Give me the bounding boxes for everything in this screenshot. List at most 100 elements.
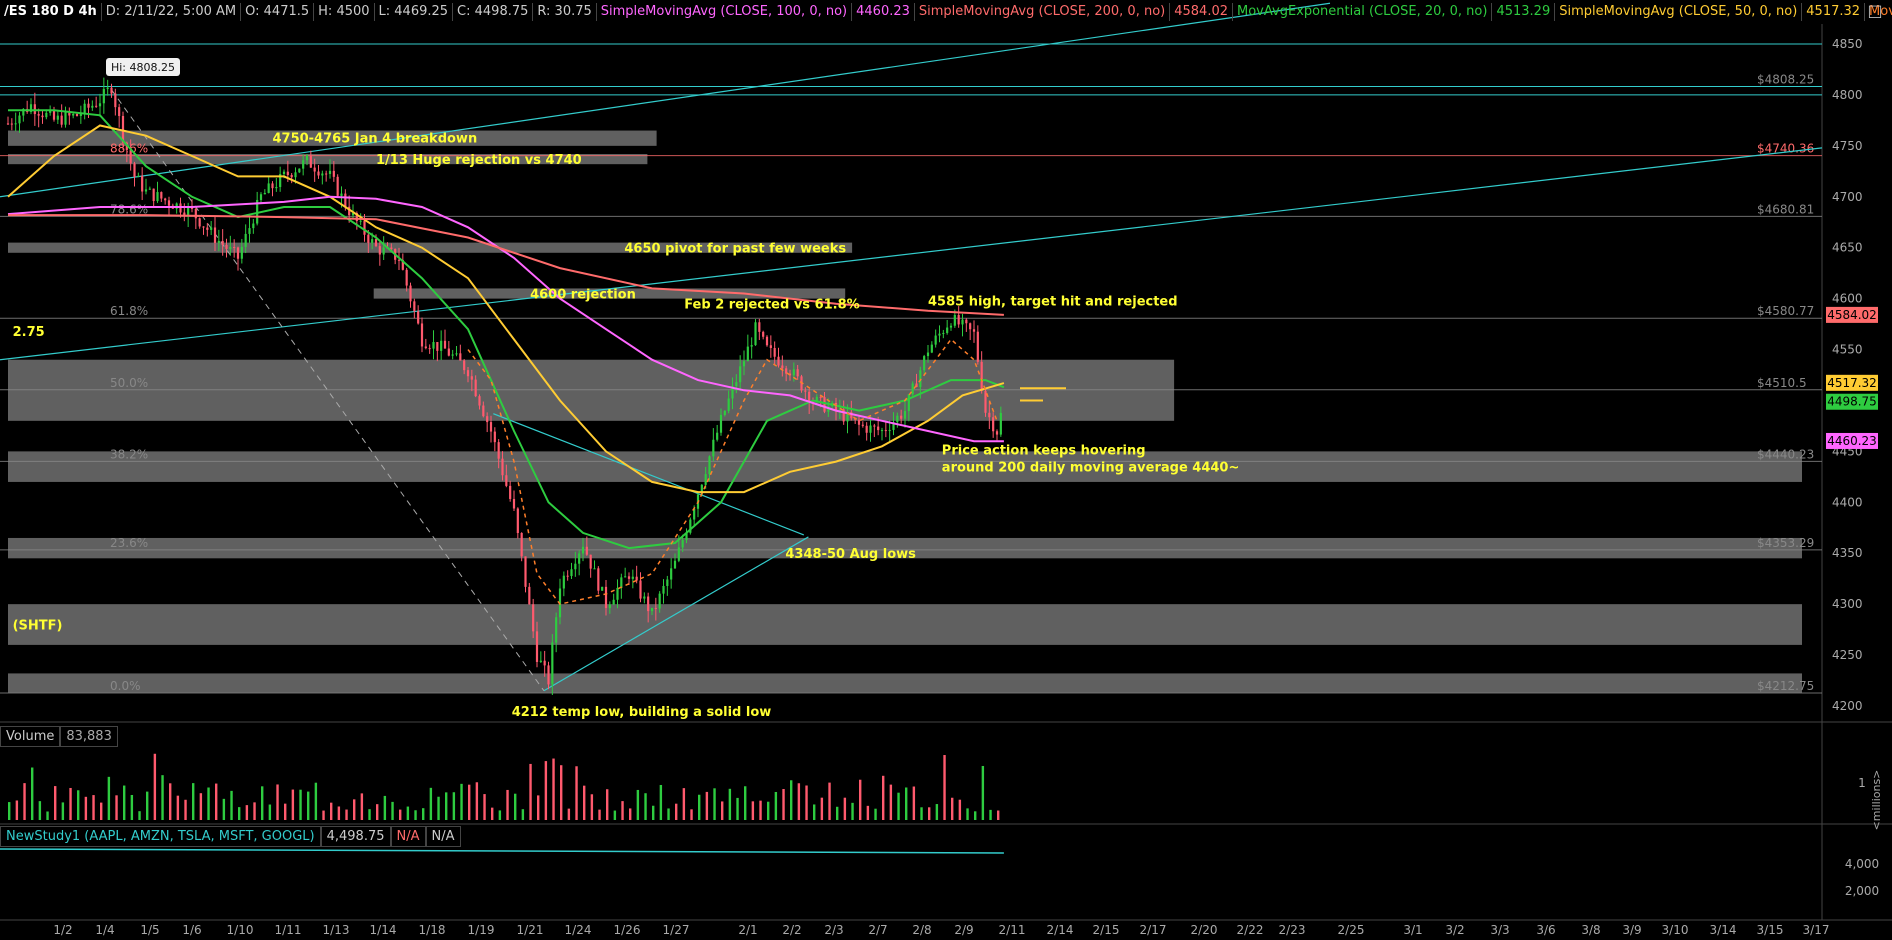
candle-body: [371, 239, 374, 243]
candle-body: [198, 218, 201, 227]
candle-body: [804, 390, 807, 392]
price-axis-tick: 4200: [1832, 699, 1863, 713]
date-axis-tick: 3/10: [1662, 923, 1689, 937]
volume-bar: [774, 791, 778, 820]
volume-bar: [514, 793, 517, 820]
volume-bar: [782, 789, 785, 820]
volume-bar: [790, 780, 793, 820]
volume-bar: [652, 805, 655, 820]
newstudy-label[interactable]: NewStudy1 (AAPL, AMZN, TSLA, MSFT, GOOGL…: [0, 826, 321, 847]
study-header: NewStudy1 (AAPL, AMZN, TSLA, MSFT, GOOGL…: [0, 826, 461, 847]
volume-label[interactable]: Volume: [0, 726, 61, 747]
price-level-label: $4212.75: [1757, 679, 1814, 693]
candle-body: [102, 88, 105, 104]
volume-bar: [452, 792, 456, 820]
candle-body: [420, 323, 424, 347]
candle-body: [14, 123, 17, 125]
candle-body: [949, 325, 953, 328]
candle-body: [551, 642, 554, 685]
price-axis-tick: 4600: [1832, 292, 1863, 306]
candle-body: [677, 547, 680, 561]
chart-canvas[interactable]: 88.6%78.6%61.8%50.0%38.2%23.6%0.0%$4808.…: [0, 0, 1892, 940]
candle-body: [83, 103, 86, 114]
price-axis-tick: 4350: [1832, 546, 1863, 560]
candle-body: [735, 382, 738, 387]
volume-bar: [537, 795, 540, 820]
zone-4: [8, 359, 1175, 421]
candle-body: [995, 431, 999, 435]
date-axis-tick: 2/7: [868, 923, 887, 937]
candle-body: [405, 269, 408, 286]
symbol-label[interactable]: /ES 180 D 4h: [0, 3, 102, 21]
candle-body: [976, 331, 979, 362]
study-ema20-value: 4513.29: [1492, 3, 1556, 21]
volume-bar: [268, 804, 272, 820]
study-sma50-label[interactable]: SimpleMovingAvg (CLOSE, 50, 0, no): [1555, 3, 1803, 21]
candle-body: [114, 93, 117, 108]
candle-body: [880, 430, 884, 432]
candle-body: [723, 410, 726, 415]
date-axis-tick: 1/21: [517, 923, 544, 937]
volume-bar: [813, 804, 816, 820]
volume-bar: [797, 783, 801, 820]
candle-body: [612, 599, 615, 605]
candle-body: [144, 189, 148, 192]
candle-body: [624, 576, 627, 578]
candle-body: [647, 596, 650, 612]
candle-body: [654, 607, 657, 609]
date-axis-tick: 1/26: [614, 923, 641, 937]
date-axis-tick: 2/14: [1047, 923, 1074, 937]
candle-body: [194, 208, 197, 219]
candle-body: [236, 247, 240, 259]
candle-body: [202, 226, 205, 228]
volume-bar: [383, 795, 387, 820]
volume-bar: [92, 795, 95, 820]
candle-body: [574, 563, 577, 570]
candle-body: [919, 370, 922, 388]
price-badge-text: 4498.75: [1827, 395, 1877, 409]
volume-bar: [958, 799, 962, 820]
candle-body: [489, 422, 493, 432]
candle-body: [267, 183, 270, 193]
candle-body: [382, 247, 385, 255]
candle-body: [754, 322, 757, 346]
volume-bar: [552, 758, 555, 820]
date-axis-tick: 1/24: [565, 923, 592, 937]
fib-label: 0.0%: [110, 679, 141, 693]
candle-body: [988, 412, 991, 418]
volume-bar: [544, 761, 548, 820]
study-sma100-label[interactable]: SimpleMovingAvg (CLOSE, 100, 0, no): [597, 3, 853, 21]
candle-body: [873, 425, 876, 427]
volume-bar: [460, 783, 463, 820]
date-axis-tick: 3/3: [1490, 923, 1509, 937]
candle-body: [397, 259, 401, 261]
study-sma50-value: 4517.32: [1802, 3, 1866, 21]
volume-bar: [851, 802, 854, 820]
volume-bar: [705, 791, 709, 820]
volume-bar: [276, 784, 279, 820]
study-ema20-label[interactable]: MovAvgExponential (CLOSE, 20, 0, no): [1233, 3, 1493, 21]
study-sma200-label[interactable]: SimpleMovingAvg (CLOSE, 200, 0, no): [915, 3, 1171, 21]
zone-8: [8, 673, 1802, 693]
study-line: [0, 848, 1004, 854]
candle-body: [328, 170, 332, 174]
candle-body: [451, 354, 454, 356]
candle-body: [325, 173, 328, 175]
annotation-label: 4212 temp low, building a solid low: [512, 705, 772, 720]
date-axis-tick: 1/13: [323, 923, 350, 937]
volume-value: 83,883: [60, 726, 118, 747]
candle-body: [532, 604, 535, 632]
volume-bar: [682, 788, 686, 820]
date-axis-tick: 2/20: [1191, 923, 1218, 937]
candle-body: [857, 419, 861, 425]
candle-body: [248, 228, 251, 234]
candle-body: [344, 193, 347, 207]
price-axis-tick: 4300: [1832, 597, 1863, 611]
candle-body: [520, 533, 523, 557]
annotation-label: around 200 daily moving average 4440~: [942, 461, 1240, 476]
close-icon[interactable]: □: [1866, 2, 1884, 20]
volume-bar: [736, 797, 739, 820]
candle-body: [49, 110, 52, 113]
candle-body: [739, 366, 742, 383]
volume-header: Volume 83,883: [0, 726, 118, 747]
